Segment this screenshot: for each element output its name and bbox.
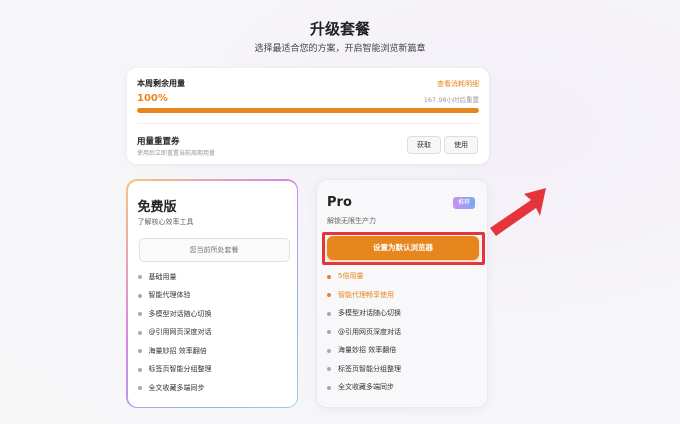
feature-text: 全文收藏多端同步 bbox=[148, 383, 205, 392]
use-voucher-button[interactable]: 使用 bbox=[444, 136, 478, 154]
feature-item: @引用网页深度对话 bbox=[137, 327, 212, 346]
page-subtitle: 选择最适合您的方案，开启智能浏览新篇章 bbox=[254, 44, 426, 54]
feature-text: 多模型对话随心切换 bbox=[338, 309, 401, 317]
usage-detail-link[interactable]: 查看消耗明细 bbox=[437, 79, 479, 89]
bullet-icon bbox=[327, 385, 331, 390]
feature-item: 智能代理体验 bbox=[137, 290, 212, 309]
feature-item: 基础用量 bbox=[137, 272, 212, 291]
feature-text: 5倍用量 bbox=[338, 272, 364, 280]
page-title: 升级套餐 bbox=[309, 20, 370, 38]
feature-text: 海量妙招 效率翻倍 bbox=[148, 346, 207, 355]
feature-item: 多模型对话随心切换 bbox=[137, 309, 212, 328]
feature-text: 标签页智能分组整理 bbox=[338, 364, 401, 373]
bullet-icon bbox=[327, 330, 331, 334]
feature-item: 标签页智能分组整理 bbox=[137, 364, 212, 383]
bullet-icon bbox=[327, 311, 331, 316]
feature-text: @引用网页深度对话 bbox=[338, 327, 401, 336]
bullet-icon bbox=[137, 386, 142, 390]
usage-label: 本周剩余用量 bbox=[137, 79, 185, 88]
feature-item: 智能代理畅享使用 bbox=[327, 290, 401, 309]
feature-text: 标签页智能分组整理 bbox=[148, 365, 212, 373]
feature-text: 多模型对话随心切换 bbox=[148, 309, 212, 318]
bullet-icon bbox=[137, 312, 142, 316]
bullet-icon bbox=[327, 348, 331, 353]
recommended-badge: 推荐 bbox=[453, 197, 475, 209]
feature-item: 全文收藏多端同步 bbox=[137, 383, 212, 402]
usage-progress-bar bbox=[137, 108, 479, 113]
pro-plan-name: Pro bbox=[327, 195, 352, 210]
current-plan-button[interactable]: 您当前所处套餐 bbox=[138, 237, 290, 262]
get-voucher-button[interactable]: 获取 bbox=[407, 136, 441, 154]
usage-reset-time: 167.98小时后重置 bbox=[423, 96, 479, 104]
feature-text: 基础用量 bbox=[148, 272, 177, 281]
reset-voucher-description: 使用后立即重置当前周期用量 bbox=[137, 150, 216, 157]
feature-item: 标签页智能分组整理 bbox=[327, 364, 401, 383]
feature-text: 海量妙招 效率翻倍 bbox=[338, 346, 397, 354]
usage-progress-fill bbox=[137, 108, 479, 113]
feature-item: @引用网页深度对话 bbox=[327, 327, 401, 346]
bullet-icon bbox=[137, 349, 142, 353]
free-plan-tagline: 了解核心效率工具 bbox=[137, 217, 194, 226]
bullet-icon bbox=[327, 274, 331, 279]
feature-item: 多模型对话随心切换 bbox=[327, 308, 401, 327]
usage-percent: 100% bbox=[137, 93, 168, 104]
feature-text: @引用网页深度对话 bbox=[148, 328, 212, 336]
pro-plan-card: Pro 推荐 解锁无限生产力 设置为默认浏览器 5倍用量智能代理畅享使用 多模型对… bbox=[316, 179, 488, 408]
pro-plan-tagline: 解锁无限生产力 bbox=[327, 217, 376, 225]
feature-text: 智能代理畅享使用 bbox=[338, 290, 394, 299]
divider bbox=[137, 123, 479, 124]
feature-item: 全文收藏多端同步 bbox=[327, 382, 401, 401]
pro-plan-features: 5倍用量智能代理畅享使用 多模型对话随心切换 @引用网页深度对话 海量妙招 效率翻倍标… bbox=[327, 271, 401, 401]
free-plan-features: 基础用量智能代理体验多模型对话随心切换 @引用网页深度对话 海量妙招 效率翻倍 标签页… bbox=[137, 272, 212, 402]
reset-voucher-title: 用量重置券 bbox=[137, 137, 180, 147]
bullet-icon bbox=[137, 293, 142, 298]
feature-text: 全文收藏多端同步 bbox=[338, 383, 394, 391]
feature-item: 5倍用量 bbox=[327, 271, 401, 290]
feature-text: 智能代理体验 bbox=[148, 291, 191, 299]
set-default-browser-button[interactable]: 设置为默认浏览器 bbox=[327, 236, 479, 260]
feature-item: 海量妙招 效率翻倍 bbox=[327, 345, 401, 364]
annotation-arrow-icon bbox=[490, 188, 546, 236]
free-plan-name: 免费版 bbox=[137, 199, 177, 215]
bullet-icon bbox=[137, 367, 142, 372]
bullet-icon bbox=[327, 367, 331, 371]
bullet-icon bbox=[327, 293, 331, 297]
feature-item: 海量妙招 效率翻倍 bbox=[137, 346, 212, 365]
usage-card: 本周剩余用量 查看消耗明细 100% 167.98小时后重置 用量重置券 使用后… bbox=[127, 68, 489, 164]
free-plan-card: 免费版 了解核心效率工具 您当前所处套餐 基础用量智能代理体验多模型对话随心切换… bbox=[126, 179, 298, 408]
bullet-icon bbox=[137, 330, 142, 335]
bullet-icon bbox=[137, 275, 142, 279]
